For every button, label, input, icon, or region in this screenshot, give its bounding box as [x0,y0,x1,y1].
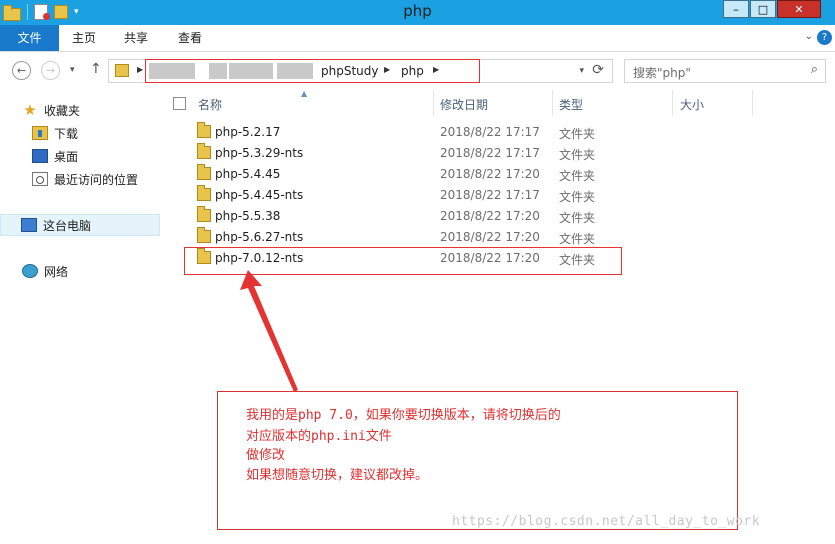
column-header-name[interactable]: 名称 [198,96,222,113]
column-divider[interactable] [552,90,553,116]
annotation-arrow [240,270,298,392]
file-type: 文件夹 [559,148,596,162]
minimize-button[interactable]: – [723,0,749,18]
file-modified: 2018/8/22 17:17 [440,188,540,202]
star-icon: ★ [23,101,37,119]
file-modified: 2018/8/22 17:20 [440,167,540,181]
tab-home[interactable]: 主页 [60,25,108,51]
navigation-bar: ← → ▾ ↑ ▶ phpStudy ▶ php ▶ ▾ ⟳ 搜索"php" ⌕ [0,52,835,89]
tab-file[interactable]: 文件 [0,25,59,51]
recent-places-icon [32,172,48,186]
file-name: php-5.6.27-nts [215,230,304,244]
annotation-line: 对应版本的php.ini文件 [246,429,392,444]
file-row[interactable]: php-5.3.29-nts 2018/8/22 17:17 文件夹 [163,143,763,164]
file-type: 文件夹 [559,169,596,183]
navigation-pane: ★ 收藏夹 下载 桌面 最近访问的位置 这台电脑 网络 [0,89,162,544]
sort-ascending-icon: ▲ [301,89,308,98]
folder-icon [197,227,211,243]
folder-icon [115,64,129,77]
file-modified: 2018/8/22 17:17 [440,125,540,139]
folder-icon [197,143,211,159]
tab-share[interactable]: 共享 [112,25,160,51]
annotation-callout: 我用的是php 7.0，如果你要切换版本，请将切换后的 对应版本的php.ini… [217,391,738,530]
nav-item-label: 最近访问的位置 [54,172,139,187]
column-header-row: ▲ 名称 修改日期 类型 大小 [163,89,753,117]
annotation-line: 做修改 [246,448,286,463]
file-row[interactable]: php-5.4.45 2018/8/22 17:20 文件夹 [163,164,763,185]
window-controls: – □ ✕ [722,0,821,18]
column-divider[interactable] [752,90,753,116]
watermark: https://blog.csdn.net/all_day_to_work [452,514,761,529]
file-modified: 2018/8/22 17:20 [440,209,540,223]
folder-icon [197,206,211,222]
nav-item-label: 这台电脑 [43,218,92,233]
help-icon[interactable]: ? [817,30,832,45]
computer-icon [21,218,37,232]
file-row[interactable]: php-5.6.27-nts 2018/8/22 17:20 文件夹 [163,227,763,248]
back-button[interactable]: ← [12,61,31,80]
file-type: 文件夹 [559,232,596,246]
up-button[interactable]: ↑ [90,61,102,77]
nav-item-label: 网络 [44,264,69,279]
file-row[interactable]: php-5.4.45-nts 2018/8/22 17:17 文件夹 [163,185,763,206]
window-title: php [403,2,432,20]
file-name: php-5.4.45-nts [215,188,304,202]
file-type: 文件夹 [559,190,596,204]
search-input[interactable]: 搜索"php" ⌕ [624,59,826,83]
highlight-box-address [145,59,480,83]
folder-icon [197,185,211,201]
select-all-checkbox[interactable] [173,97,186,110]
folder-icon [197,122,211,138]
network-icon [22,264,38,278]
nav-item-label: 下载 [54,126,79,141]
nav-item-label: 桌面 [54,149,79,164]
desktop-icon [32,149,48,163]
annotation-line: 如果想随意切换，建议都改掉。 [246,468,429,483]
search-placeholder: 搜索"php" [633,66,691,80]
column-header-size[interactable]: 大小 [680,96,704,113]
file-type: 文件夹 [559,211,596,225]
file-name: php-5.3.29-nts [215,146,304,160]
title-bar: ▾ php – □ ✕ [0,0,835,25]
column-header-type[interactable]: 类型 [559,96,583,113]
file-modified: 2018/8/22 17:20 [440,230,540,244]
arrow-shape [240,270,298,392]
file-name: php-5.5.38 [215,209,281,223]
file-modified: 2018/8/22 17:17 [440,146,540,160]
column-divider[interactable] [433,90,434,116]
tab-view[interactable]: 查看 [166,25,214,51]
nav-item-favorites[interactable]: ★ 收藏夹 [0,99,160,121]
annotation-line: 我用的是php 7.0，如果你要切换版本，请将切换后的 [246,408,561,423]
file-name: php-5.4.45 [215,167,281,181]
nav-item-this-pc[interactable]: 这台电脑 [0,214,160,236]
recent-locations-dropdown-icon[interactable]: ▾ [70,65,75,75]
column-divider[interactable] [672,90,673,116]
downloads-folder-icon [32,126,48,140]
expand-ribbon-icon[interactable]: ⌄ [805,31,813,42]
forward-button[interactable]: → [41,61,60,80]
nav-item-downloads[interactable]: 下载 [0,122,160,144]
search-icon[interactable]: ⌕ [811,62,818,77]
maximize-button[interactable]: □ [750,0,776,18]
column-header-modified[interactable]: 修改日期 [440,96,488,113]
nav-item-label: 收藏夹 [44,103,81,118]
nav-item-desktop[interactable]: 桌面 [0,145,160,167]
chevron-right-icon[interactable]: ▶ [137,65,143,74]
refresh-icon[interactable]: ⟳ [592,62,604,78]
close-button[interactable]: ✕ [777,0,821,18]
file-type: 文件夹 [559,127,596,141]
ribbon-tabs: 文件 主页 共享 查看 ⌄ ? [0,25,835,52]
folder-icon [197,164,211,180]
nav-item-network[interactable]: 网络 [0,260,160,282]
file-row[interactable]: php-5.5.38 2018/8/22 17:20 文件夹 [163,206,763,227]
file-name: php-5.2.17 [215,125,281,139]
address-dropdown-icon[interactable]: ▾ [579,66,584,76]
nav-item-recent-places[interactable]: 最近访问的位置 [0,168,160,190]
file-row[interactable]: php-5.2.17 2018/8/22 17:17 文件夹 [163,122,763,143]
